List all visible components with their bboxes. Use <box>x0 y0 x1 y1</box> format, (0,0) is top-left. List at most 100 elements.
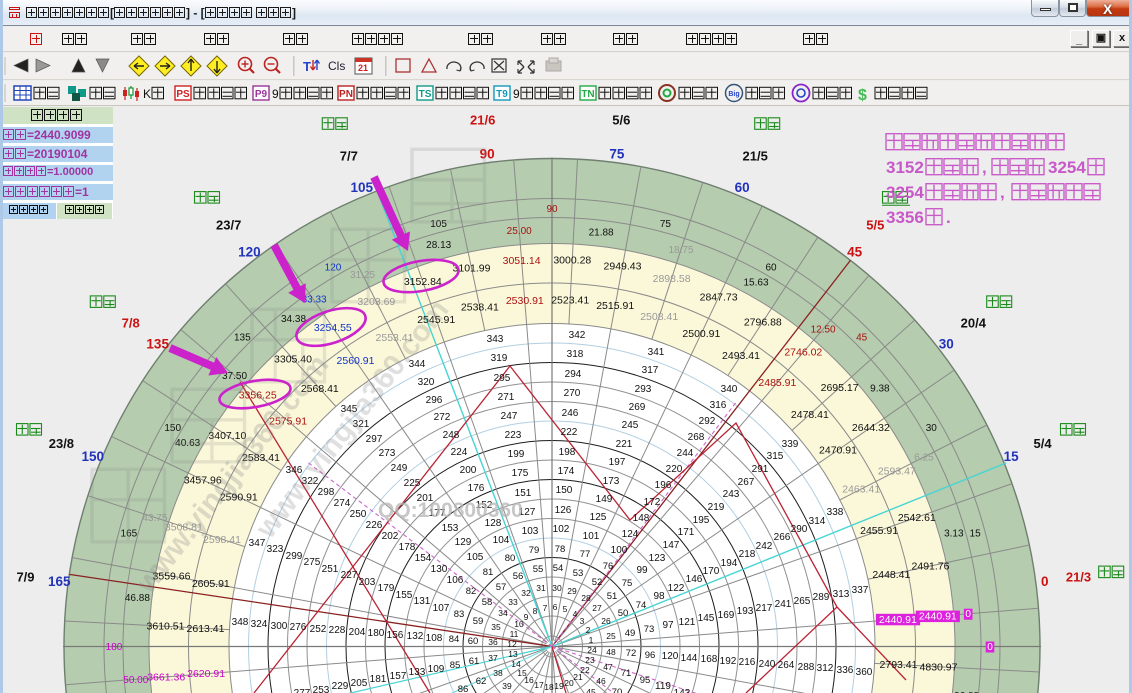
svg-text:38: 38 <box>493 668 503 678</box>
svg-text:150: 150 <box>556 485 573 496</box>
svg-text:2530.91: 2530.91 <box>506 295 544 307</box>
svg-text:85: 85 <box>450 660 461 671</box>
svg-text:271: 271 <box>498 392 515 403</box>
svg-text:130: 130 <box>431 564 448 575</box>
svg-text:25.00: 25.00 <box>507 226 532 237</box>
svg-text:9: 9 <box>513 87 520 101</box>
svg-text:336: 336 <box>837 665 854 676</box>
svg-text:80: 80 <box>505 553 516 564</box>
svg-text:PN: PN <box>339 89 353 100</box>
svg-text:7: 7 <box>543 603 548 613</box>
svg-text:T: T <box>303 59 311 74</box>
svg-text:265: 265 <box>794 596 811 607</box>
svg-text:253: 253 <box>313 685 330 693</box>
svg-text:275: 275 <box>304 557 321 568</box>
svg-text:179: 179 <box>378 583 395 594</box>
svg-text:72: 72 <box>626 648 637 659</box>
svg-text:143: 143 <box>674 688 691 693</box>
svg-text:274: 274 <box>334 498 351 509</box>
svg-text:347: 347 <box>249 538 266 549</box>
svg-text:3661.36: 3661.36 <box>147 671 185 683</box>
svg-text:109: 109 <box>428 664 445 675</box>
svg-text:202: 202 <box>382 531 399 542</box>
svg-text:8: 8 <box>533 606 538 616</box>
svg-text:337: 337 <box>852 585 869 596</box>
svg-text:153: 153 <box>442 523 459 534</box>
svg-text:147: 147 <box>663 540 680 551</box>
svg-text:135: 135 <box>234 332 251 343</box>
svg-text:198: 198 <box>559 447 576 458</box>
svg-text:242: 242 <box>756 541 773 552</box>
svg-text:2695.17: 2695.17 <box>821 382 859 394</box>
svg-text:6: 6 <box>553 602 558 612</box>
svg-text:155: 155 <box>396 590 413 601</box>
svg-text:61: 61 <box>469 656 480 667</box>
svg-text:273: 273 <box>379 448 396 459</box>
svg-text:45: 45 <box>586 687 596 693</box>
svg-text:30: 30 <box>552 583 562 593</box>
svg-text:22: 22 <box>580 665 590 675</box>
svg-text:343: 343 <box>487 334 504 345</box>
svg-text:107: 107 <box>433 603 450 614</box>
svg-text:6.25: 6.25 <box>914 453 934 464</box>
svg-text:56: 56 <box>513 571 524 582</box>
svg-text:150: 150 <box>82 449 105 464</box>
svg-text:102: 102 <box>553 524 570 535</box>
svg-text:251: 251 <box>322 564 339 575</box>
svg-text:28: 28 <box>581 593 591 603</box>
svg-text:2478.41: 2478.41 <box>791 409 829 421</box>
svg-text:99: 99 <box>636 565 648 576</box>
svg-text:75: 75 <box>622 578 633 589</box>
svg-text:2463.41: 2463.41 <box>842 484 880 496</box>
svg-text:49: 49 <box>625 628 636 639</box>
svg-text:132: 132 <box>407 631 424 642</box>
svg-text:18: 18 <box>544 682 554 692</box>
svg-text:2793.41: 2793.41 <box>880 659 918 671</box>
svg-text:70: 70 <box>612 687 623 693</box>
svg-text:168: 168 <box>701 654 718 665</box>
svg-text:197: 197 <box>609 457 626 468</box>
svg-text:250: 250 <box>350 509 367 520</box>
svg-text:165: 165 <box>48 574 71 589</box>
svg-text:2746.02: 2746.02 <box>784 347 822 359</box>
svg-text:31: 31 <box>536 583 546 593</box>
svg-text:51: 51 <box>607 591 618 602</box>
svg-text:11: 11 <box>510 629 519 639</box>
svg-text:76: 76 <box>603 561 614 572</box>
svg-text:299: 299 <box>286 551 303 562</box>
svg-text:0: 0 <box>1041 574 1049 589</box>
svg-text:3152: 3152 <box>886 158 924 177</box>
svg-text:171: 171 <box>678 527 695 538</box>
svg-text:QQ:100800360: QQ:100800360 <box>378 499 523 522</box>
svg-text:2500.91: 2500.91 <box>682 328 720 340</box>
svg-text:199: 199 <box>508 449 525 460</box>
svg-text:,: , <box>1000 183 1005 202</box>
svg-text:15: 15 <box>970 529 982 540</box>
svg-text:2448.41: 2448.41 <box>872 569 910 581</box>
svg-text:3: 3 <box>580 616 585 626</box>
svg-text:2538.41: 2538.41 <box>461 302 499 314</box>
svg-text:81: 81 <box>483 567 494 578</box>
svg-text:229: 229 <box>332 681 349 692</box>
svg-text:54: 54 <box>553 563 564 574</box>
svg-text:7/7: 7/7 <box>340 148 358 163</box>
svg-text:341: 341 <box>648 347 665 358</box>
svg-text:39: 39 <box>502 681 512 691</box>
svg-text:339: 339 <box>782 439 799 450</box>
svg-text:18.75: 18.75 <box>668 245 693 256</box>
svg-text:295: 295 <box>494 373 511 384</box>
svg-text:342: 342 <box>569 330 586 341</box>
svg-text:2493.41: 2493.41 <box>722 350 760 362</box>
svg-text:338: 338 <box>827 507 844 518</box>
svg-text:50.00: 50.00 <box>123 675 148 686</box>
svg-text:TN: TN <box>581 89 594 100</box>
svg-text:26: 26 <box>601 616 611 626</box>
svg-text:3000.28: 3000.28 <box>553 255 591 267</box>
svg-text:228: 228 <box>329 625 346 636</box>
svg-text:20/4: 20/4 <box>961 316 987 331</box>
svg-text:203: 203 <box>359 577 376 588</box>
svg-text:3610.51: 3610.51 <box>147 621 185 633</box>
svg-text:105: 105 <box>467 552 484 563</box>
svg-text:78: 78 <box>555 544 566 555</box>
svg-text:126: 126 <box>555 505 572 516</box>
